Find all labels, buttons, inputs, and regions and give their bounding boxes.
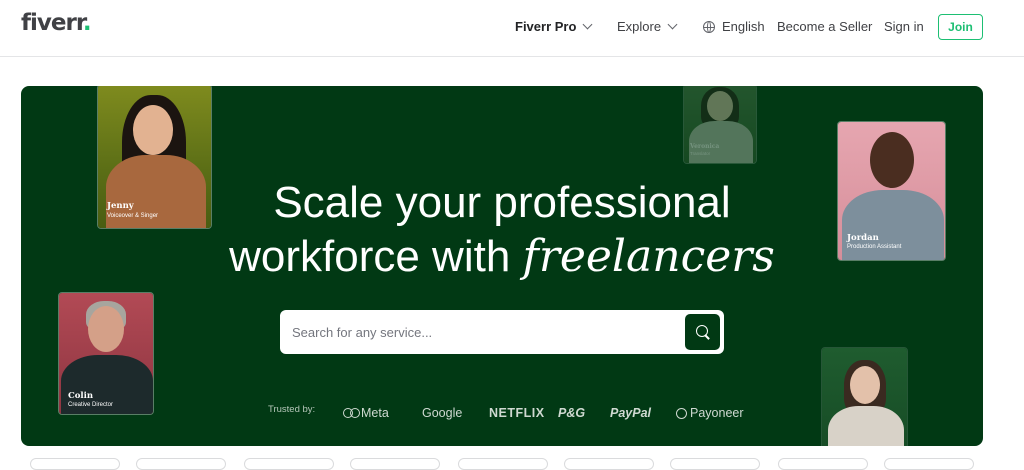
nav-language[interactable]: English bbox=[703, 19, 765, 34]
nav-explore[interactable]: Explore bbox=[617, 19, 678, 34]
trusted-by-label: Trusted by: bbox=[268, 404, 316, 415]
join-button[interactable]: Join bbox=[938, 14, 983, 40]
freelancer-card-veronica: Veronica Translator bbox=[683, 86, 757, 164]
nav-sign-in-label: Sign in bbox=[884, 19, 924, 34]
chevron-down-icon bbox=[582, 19, 593, 30]
logo-text: fiverr bbox=[21, 10, 84, 36]
nav-fiverr-pro-label: Fiverr Pro bbox=[515, 19, 577, 34]
nav-language-label: English bbox=[722, 19, 765, 34]
category-pill[interactable] bbox=[670, 458, 760, 470]
search-button[interactable] bbox=[685, 314, 720, 350]
brand-paypal-logo: PayPal bbox=[610, 406, 652, 420]
brand-payoneer-logo: Payoneer bbox=[676, 406, 744, 420]
meta-infinity-icon bbox=[343, 408, 360, 418]
category-pill[interactable] bbox=[350, 458, 440, 470]
category-pill[interactable] bbox=[778, 458, 868, 470]
hero-banner: Jenny Voiceover & Singer Veronica Transl… bbox=[21, 86, 983, 446]
brand-payoneer-text: Payoneer bbox=[690, 406, 744, 420]
face-shape bbox=[133, 105, 173, 155]
search-input[interactable] bbox=[292, 320, 672, 344]
chevron-down-icon bbox=[667, 19, 678, 30]
headline-line-2: workforce with freelancers bbox=[21, 230, 983, 284]
face-shape bbox=[88, 306, 124, 352]
nav-sign-in[interactable]: Sign in bbox=[884, 19, 924, 34]
freelancer-card bbox=[821, 347, 908, 446]
globe-icon bbox=[703, 20, 715, 33]
nav-fiverr-pro[interactable]: Fiverr Pro bbox=[515, 19, 593, 34]
search-bar bbox=[280, 310, 724, 354]
category-pill[interactable] bbox=[30, 458, 120, 470]
freelancer-name: Colin bbox=[68, 391, 94, 401]
freelancer-card-colin: Colin Creative Director bbox=[58, 292, 154, 415]
top-navigation: fiverr. Fiverr Pro Explore English Becom… bbox=[0, 0, 1024, 57]
category-pill[interactable] bbox=[136, 458, 226, 470]
category-pill[interactable] bbox=[884, 458, 974, 470]
headline-line-2-prefix: workforce with bbox=[229, 232, 523, 281]
brand-google-logo: Google bbox=[422, 406, 463, 420]
nav-explore-label: Explore bbox=[617, 19, 662, 34]
headline-italic-word: freelancers bbox=[522, 231, 775, 282]
hero-headline: Scale your professional workforce with f… bbox=[21, 176, 983, 284]
nav-become-seller-label: Become a Seller bbox=[777, 19, 873, 34]
fiverr-logo[interactable]: fiverr. bbox=[21, 10, 92, 36]
headline-line-1: Scale your professional bbox=[273, 178, 731, 227]
payoneer-ring-icon bbox=[676, 407, 687, 419]
nav-become-seller[interactable]: Become a Seller bbox=[777, 19, 872, 34]
search-icon bbox=[695, 324, 711, 340]
body-shape bbox=[828, 406, 904, 446]
category-pill[interactable] bbox=[458, 458, 548, 470]
brand-netflix-logo: NETFLIX bbox=[489, 406, 545, 420]
category-pill[interactable] bbox=[564, 458, 654, 470]
brand-meta-logo: Meta bbox=[343, 406, 389, 420]
freelancer-role: Creative Director bbox=[68, 402, 114, 408]
brand-meta-text: Meta bbox=[361, 406, 389, 420]
freelancer-name: Veronica bbox=[690, 143, 720, 150]
category-pill[interactable] bbox=[244, 458, 334, 470]
logo-dot: . bbox=[82, 10, 92, 36]
brand-pg-logo: P&G bbox=[558, 406, 586, 420]
face-shape bbox=[850, 366, 880, 404]
freelancer-role: Translator bbox=[690, 151, 711, 156]
face-shape bbox=[707, 91, 733, 121]
